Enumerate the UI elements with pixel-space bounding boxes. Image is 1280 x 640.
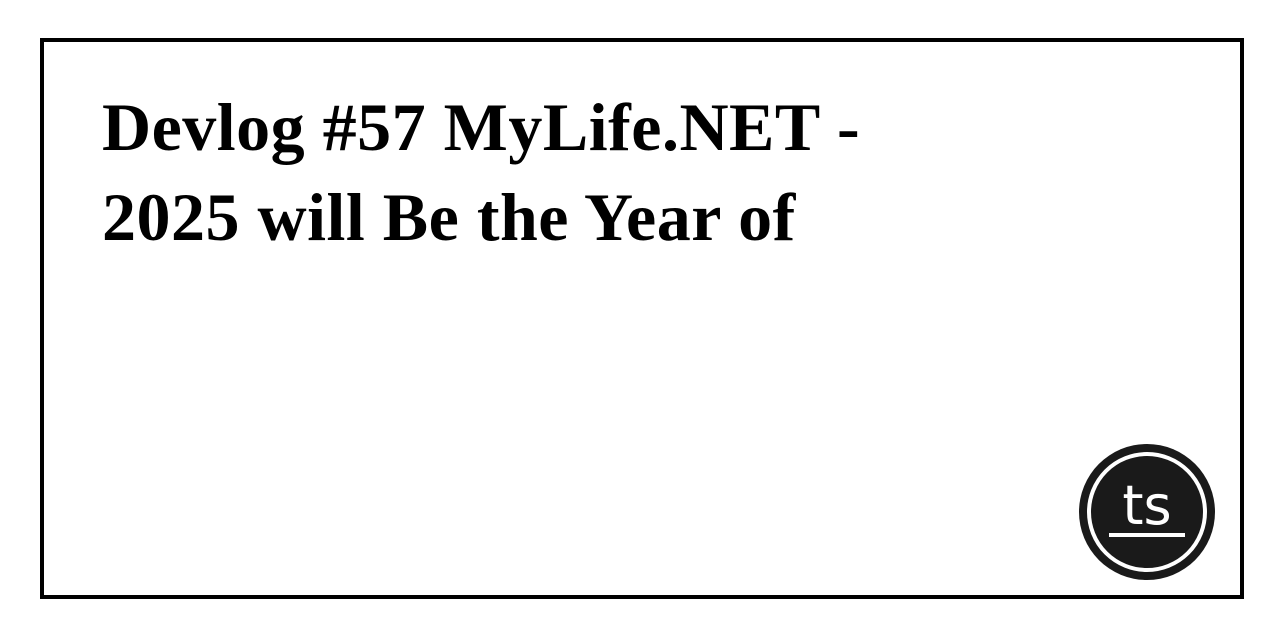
post-title-line-1: Devlog #57 MyLife.NET - [102, 89, 861, 165]
post-title: Devlog #57 MyLife.NET - 2025 will Be the … [102, 82, 1062, 262]
post-card: Devlog #57 MyLife.NET - 2025 will Be the … [40, 38, 1244, 599]
ts-logo-text: ts [1122, 474, 1171, 537]
ts-logo-icon: ts [1079, 444, 1215, 580]
post-title-line-2: 2025 will Be the Year of [102, 179, 796, 255]
ts-logo-underline [1109, 533, 1185, 537]
